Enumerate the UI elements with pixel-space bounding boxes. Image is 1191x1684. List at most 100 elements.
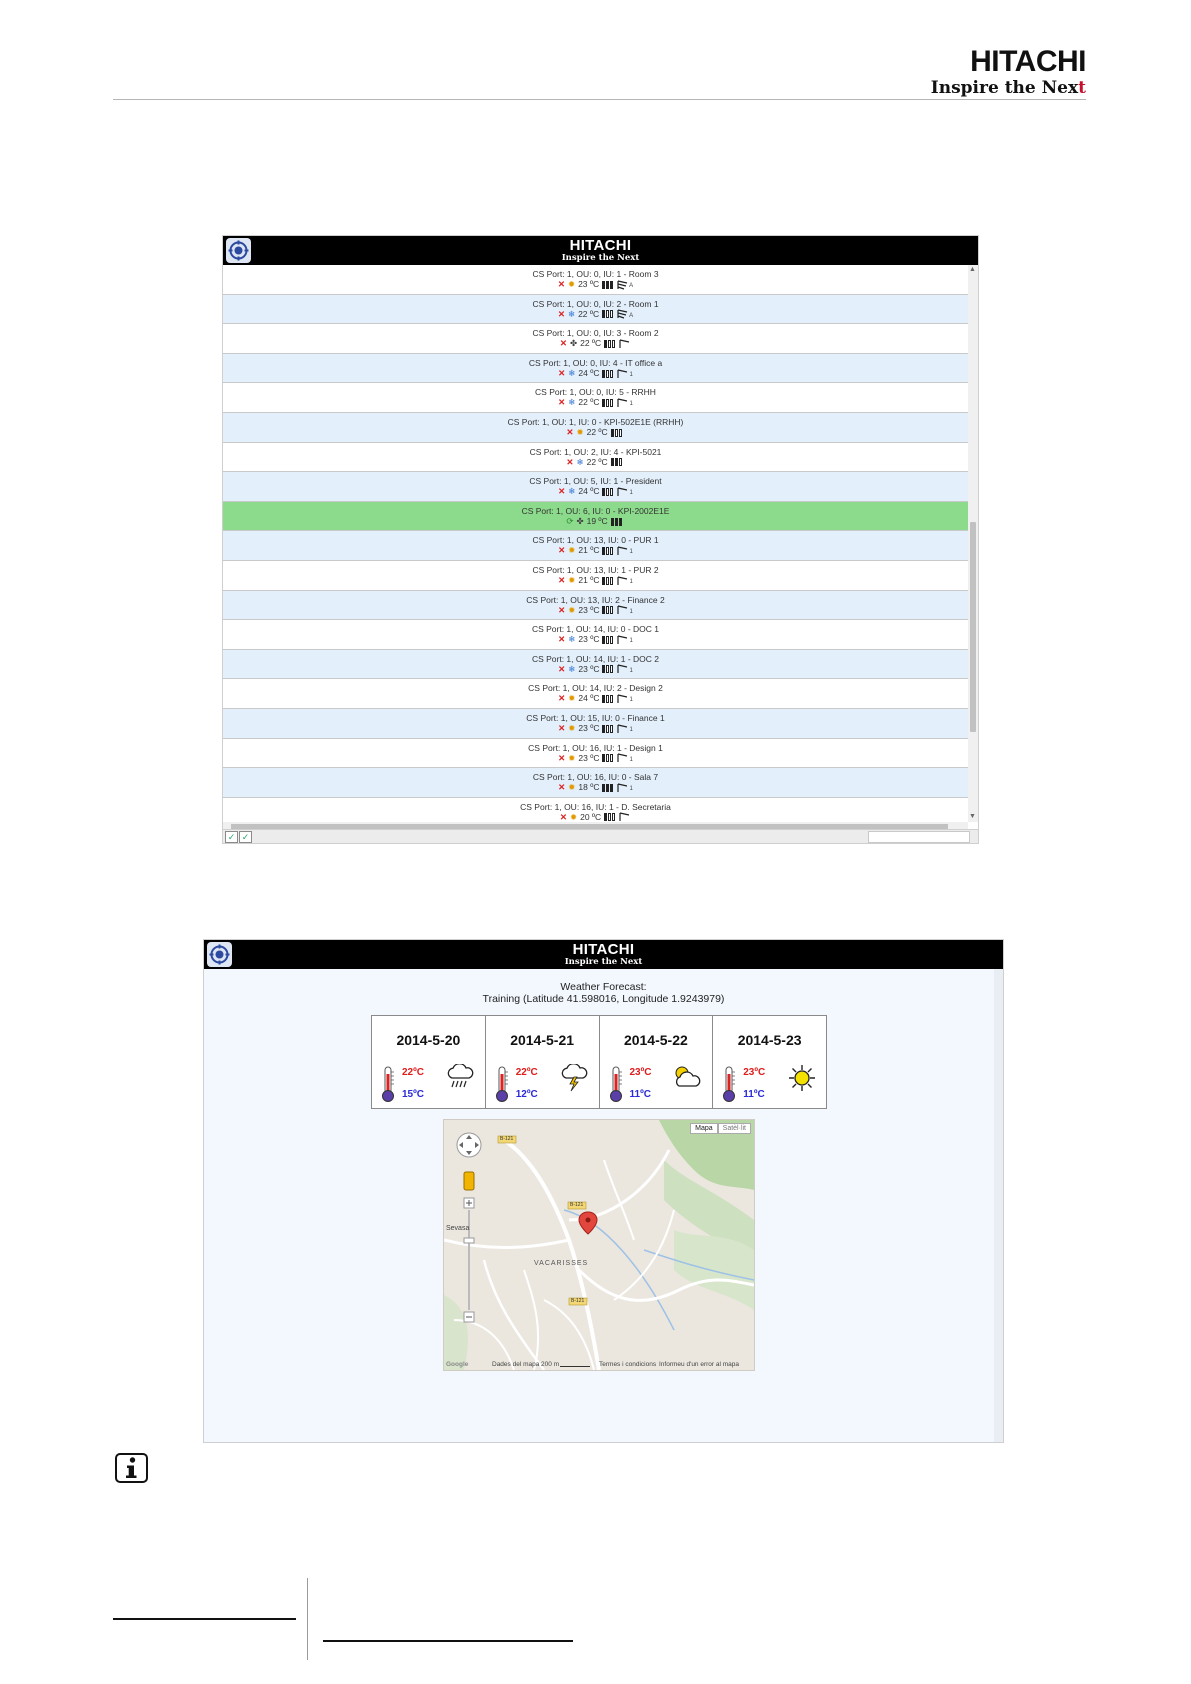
forecast-day: 2014-5-21 22ºC 12ºC xyxy=(486,1016,600,1108)
unit-row[interactable]: CS Port: 1, OU: 14, IU: 0 - DOC 1 ✕ ❄ 23 ºC… xyxy=(223,620,968,650)
louver-label: 1 xyxy=(629,786,633,793)
cool-mode-icon: ❄ xyxy=(568,397,576,408)
unit-temperature: 22 ºC xyxy=(578,397,600,408)
unit-row[interactable]: CS Port: 1, OU: 16, IU: 1 - D. Secretari… xyxy=(223,798,968,822)
unit-row[interactable]: CS Port: 1, OU: 6, IU: 0 - KPI-2002E1E ⟳ ✤… xyxy=(223,501,968,532)
map-type-control[interactable]: Mapa Satèl·lit xyxy=(690,1123,751,1134)
stopped-icon: ✕ xyxy=(558,693,566,704)
unit-status: ✕ ✹ 23 ºC 1 xyxy=(223,605,968,618)
unit-status: ✕ ❄ 23 ºC 1 xyxy=(223,634,968,647)
status-bar: ✓ ✓ xyxy=(223,829,978,843)
map-town-label: VACARISSES xyxy=(534,1260,589,1267)
scroll-down-icon[interactable]: ▼ xyxy=(969,813,976,821)
vertical-scrollbar[interactable] xyxy=(994,969,1003,1442)
louver-icon xyxy=(617,546,628,556)
fan-speed-icon xyxy=(602,783,614,792)
map-pan-control[interactable] xyxy=(456,1132,482,1158)
forecast-day: 2014-5-23 23ºC 11ºC xyxy=(713,1016,826,1108)
louver-icon xyxy=(619,812,630,822)
app-menu-icon[interactable] xyxy=(207,942,232,967)
unit-row[interactable]: CS Port: 1, OU: 14, IU: 1 - DOC 2 ✕ ❄ 23 ºC… xyxy=(223,649,968,680)
fan-speed-icon xyxy=(602,369,614,378)
unit-row[interactable]: CS Port: 1, OU: 2, IU: 4 - KPI-5021 ✕ ❄ 22 … xyxy=(223,443,968,473)
unit-row[interactable]: CS Port: 1, OU: 13, IU: 0 - PUR 1 ✕ ✹ 21 ºC… xyxy=(223,531,968,561)
stopped-icon: ✕ xyxy=(566,426,574,437)
thermometer-icon xyxy=(495,1066,508,1102)
louver-label: A xyxy=(629,283,634,289)
unit-temperature: 24 ºC xyxy=(578,693,600,704)
app-menu-icon[interactable] xyxy=(226,238,251,263)
unit-row[interactable]: CS Port: 1, OU: 1, IU: 0 - KPI-502E1E (R… xyxy=(223,412,968,443)
fan-speed-icon xyxy=(610,458,623,467)
unit-name: CS Port: 1, OU: 16, IU: 1 - D. Secretari… xyxy=(520,801,671,812)
map-data-link[interactable]: Dades del mapa xyxy=(492,1361,539,1368)
unit-row[interactable]: CS Port: 1, OU: 0, IU: 1 - Room 3 ✕ ✹ 23 ºC… xyxy=(223,265,968,295)
unit-row[interactable]: CS Port: 1, OU: 0, IU: 4 - IT office a ✕ ❄… xyxy=(223,353,968,384)
unit-temperature: 22 ºC xyxy=(586,426,608,437)
louver-icon xyxy=(617,368,628,378)
unit-name: CS Port: 1, OU: 0, IU: 3 - Room 2 xyxy=(532,328,659,339)
weather-screenshot: HITACHI Inspire the Next Weather Forecas… xyxy=(203,939,1004,1443)
unit-row[interactable]: CS Port: 1, OU: 15, IU: 0 - Finance 1 ✕ ✹ 2… xyxy=(223,708,968,739)
location-map[interactable]: B-121 B-121 B-121 VACARISSES Sevasa Mapa… xyxy=(443,1119,755,1371)
check-icon[interactable]: ✓ xyxy=(225,831,238,843)
scroll-up-icon[interactable]: ▲ xyxy=(969,266,976,274)
map-type-satellite[interactable]: Satèl·lit xyxy=(717,1123,751,1134)
unit-temperature: 24 ºC xyxy=(578,486,600,497)
unit-row[interactable]: CS Port: 1, OU: 16, IU: 1 - Design 1 ✕ ✹ 23… xyxy=(223,739,968,769)
road-label: B-121 xyxy=(500,1136,514,1142)
street-view-icon[interactable] xyxy=(463,1171,475,1191)
map-type-map[interactable]: Mapa xyxy=(690,1123,718,1134)
unit-row[interactable]: CS Port: 1, OU: 13, IU: 1 - PUR 2 ✕ ✹ 21 ºC… xyxy=(223,561,968,591)
heat-mode-icon: ✹ xyxy=(568,693,576,704)
louver-icon xyxy=(617,280,628,290)
stopped-icon: ✕ xyxy=(559,338,567,349)
heat-mode-icon: ✹ xyxy=(568,782,576,793)
louver-icon xyxy=(617,694,628,704)
unit-row[interactable]: CS Port: 1, OU: 14, IU: 2 - Design 2 ✕ ✹ 24… xyxy=(223,679,968,709)
vertical-scrollbar[interactable]: ▲ ▼ xyxy=(968,265,978,822)
louver-label: 1 xyxy=(629,638,633,645)
map-report-link[interactable]: Informeu d'un error al mapa xyxy=(659,1361,739,1368)
unit-name: CS Port: 1, OU: 5, IU: 1 - President xyxy=(529,476,662,487)
unit-list-screenshot: HITACHI Inspire the Next CS Port: 1, OU:… xyxy=(222,235,979,844)
unit-name: CS Port: 1, OU: 0, IU: 1 - Room 3 xyxy=(532,269,659,279)
map-scale: 200 m xyxy=(541,1361,560,1368)
unit-status: ✕ ✹ 23 ºC 1 xyxy=(223,723,968,736)
unit-row[interactable]: CS Port: 1, OU: 0, IU: 5 - RRHH ✕ ❄ 22 ºC 1 xyxy=(223,383,968,413)
fan-speed-icon xyxy=(602,695,614,704)
cool-mode-icon: ❄ xyxy=(576,456,584,467)
heat-mode-icon: ✹ xyxy=(569,811,578,822)
louver-icon xyxy=(617,724,628,733)
louver-icon xyxy=(617,664,628,674)
stopped-icon: ✕ xyxy=(558,722,566,733)
stopped-icon: ✕ xyxy=(558,367,566,378)
unit-temperature: 23 ºC xyxy=(578,604,600,615)
louver-label: 1 xyxy=(629,756,633,763)
unit-row[interactable]: CS Port: 1, OU: 16, IU: 0 - Sala 7 ✕ ✹ 18 º… xyxy=(223,768,968,798)
unit-status: ⟳ ✤ 19 ºC xyxy=(223,516,968,527)
unit-row[interactable]: CS Port: 1, OU: 13, IU: 2 - Finance 2 ✕ ✹ 2… xyxy=(223,590,968,621)
temp-min: 11ºC xyxy=(743,1089,765,1100)
status-input[interactable] xyxy=(868,831,970,843)
cool-mode-icon: ❄ xyxy=(568,486,576,497)
louver-label: 1 xyxy=(629,697,633,704)
unit-row[interactable]: CS Port: 1, OU: 0, IU: 3 - Room 2 ✕ ✤ 22 ºC xyxy=(223,324,968,354)
check-icon[interactable]: ✓ xyxy=(239,831,252,843)
info-icon xyxy=(115,1453,148,1483)
louver-label: 1 xyxy=(629,578,633,585)
cool-mode-icon: ❄ xyxy=(568,634,576,645)
unit-name: CS Port: 1, OU: 13, IU: 1 - PUR 2 xyxy=(532,564,659,575)
stopped-icon: ✕ xyxy=(558,604,566,615)
louver-icon xyxy=(617,487,628,496)
heat-mode-icon: ✹ xyxy=(567,279,576,289)
footer-rule-right xyxy=(323,1640,573,1642)
unit-status: ✕ ✹ 21 ºC 1 xyxy=(223,575,968,588)
unit-name: CS Port: 1, OU: 2, IU: 4 - KPI-5021 xyxy=(529,446,662,457)
unit-temperature: 21 ºC xyxy=(578,545,600,556)
unit-row[interactable]: CS Port: 1, OU: 5, IU: 1 - President ✕ ❄ 24… xyxy=(223,472,968,502)
unit-temperature: 22 ºC xyxy=(580,338,602,349)
scrollbar-thumb[interactable] xyxy=(970,522,976,732)
unit-row[interactable]: CS Port: 1, OU: 0, IU: 2 - Room 1 ✕ ❄ 22 ºC… xyxy=(223,294,968,325)
map-terms-link[interactable]: Termes i condicions xyxy=(599,1361,656,1368)
